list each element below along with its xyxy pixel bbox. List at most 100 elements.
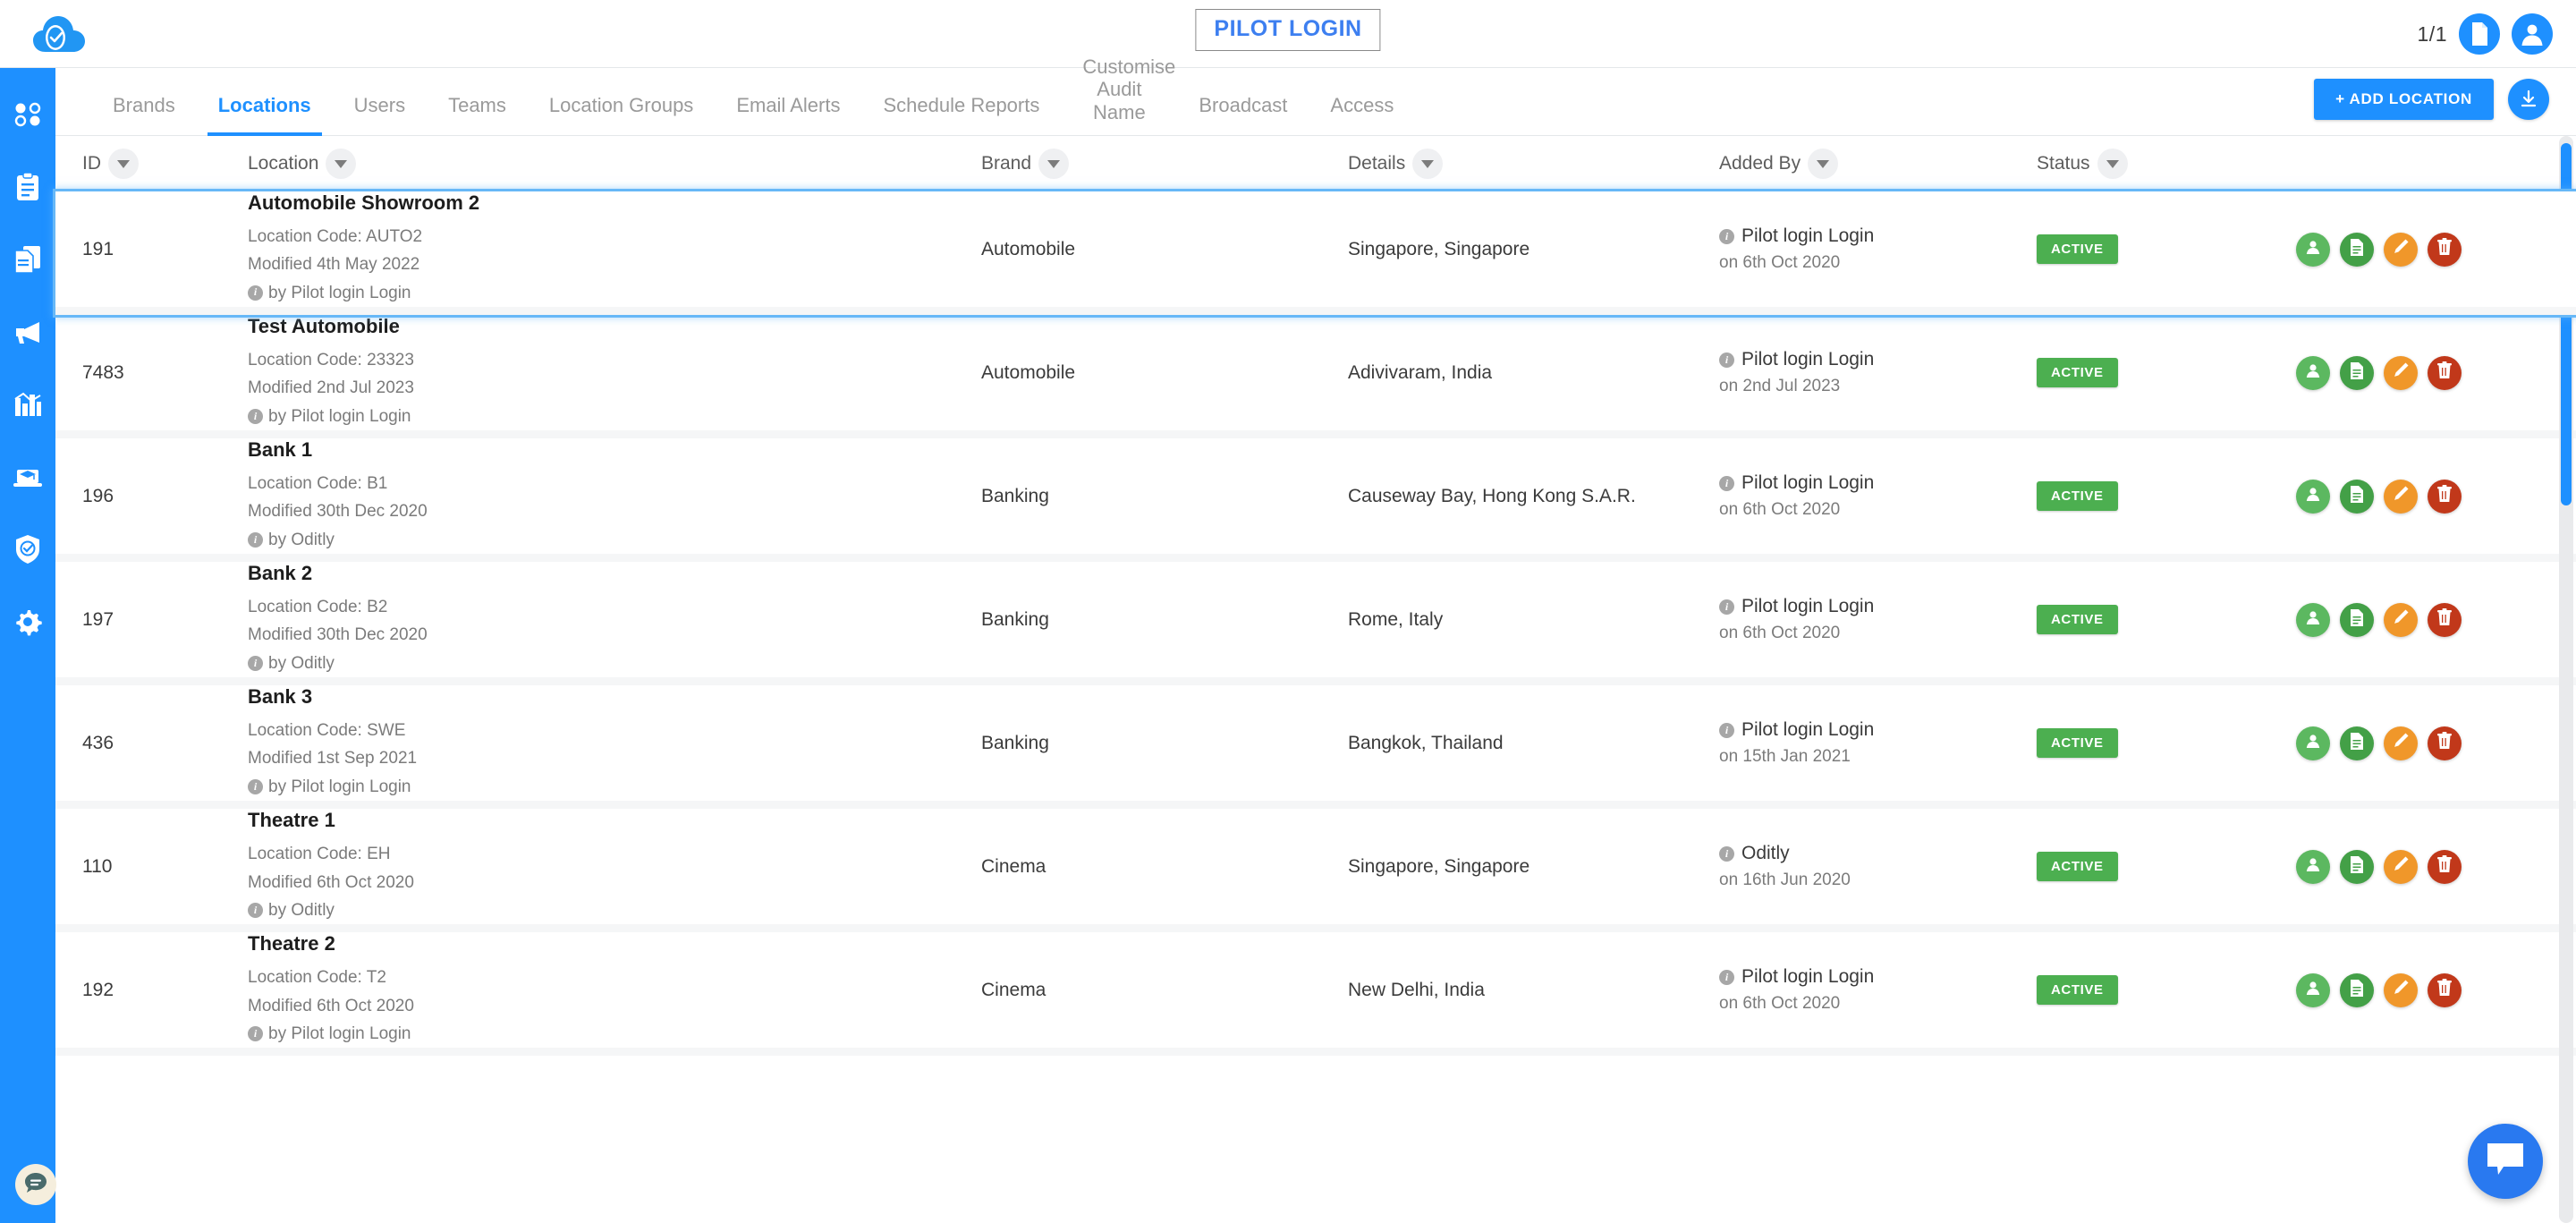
edit-action[interactable]: [2384, 849, 2418, 884]
tab-label: Locations: [217, 93, 311, 116]
assign-user-action[interactable]: [2296, 602, 2330, 637]
view-report-action[interactable]: [2340, 232, 2374, 267]
view-report-action[interactable]: [2340, 849, 2374, 884]
column-label-added-by: Added By: [1719, 153, 1801, 174]
added-by-name: Pilot login Login: [1741, 719, 1875, 741]
assign-user-action[interactable]: [2296, 849, 2330, 884]
sidebar-item-broadcast[interactable]: [12, 318, 44, 350]
tab-users[interactable]: Users: [333, 94, 427, 136]
added-by-name: Pilot login Login: [1741, 596, 1875, 617]
tab-label: Location Groups: [548, 93, 694, 116]
view-report-action[interactable]: [2340, 726, 2374, 760]
added-by-name-row: i Pilot login Login: [1719, 966, 2037, 988]
cell-id: 7483: [82, 361, 124, 383]
top-bar: PILOT LOGIN 1/1: [0, 0, 2576, 68]
view-report-action[interactable]: [2340, 972, 2374, 1007]
table-row[interactable]: 196 Bank 1 Location Code: B1 Modified 30th …: [55, 438, 2576, 563]
table-row[interactable]: 7483 Test Automobile Location Code: 23323 M…: [55, 315, 2576, 439]
tab-broadcast[interactable]: Broadcast: [1177, 94, 1309, 136]
add-location-button[interactable]: + ADD LOCATION: [2314, 79, 2494, 120]
sidebar-item-analytics[interactable]: [12, 390, 44, 422]
added-by-name: Pilot login Login: [1741, 349, 1875, 370]
tab-brands[interactable]: Brands: [91, 94, 197, 136]
tab-customise-audit-name[interactable]: Customise Audit Name: [1061, 55, 1177, 136]
cell-actions: [2296, 972, 2576, 1007]
edit-action[interactable]: [2384, 232, 2418, 267]
sidebar-item-reports[interactable]: [12, 245, 44, 277]
pencil-icon: [2392, 855, 2410, 878]
added-on-date: on 2nd Jul 2023: [1719, 377, 1841, 396]
user-avatar-icon[interactable]: [2512, 13, 2553, 55]
delete-action[interactable]: [2428, 726, 2462, 760]
delete-action[interactable]: [2428, 232, 2462, 267]
table-row[interactable]: 197 Bank 2 Location Code: B2 Modified 30th …: [55, 562, 2576, 686]
cell-status: ACTIVE: [2037, 234, 2296, 265]
table-row[interactable]: 191 Automobile Showroom 2 Location Code: A…: [53, 188, 2576, 318]
assign-user-action[interactable]: [2296, 355, 2330, 390]
user-icon: [2304, 361, 2322, 384]
status-badge: ACTIVE: [2037, 852, 2118, 882]
edit-action[interactable]: [2384, 479, 2418, 514]
location-modified-by: i by Oditly: [248, 896, 981, 924]
location-modified: Modified 1st Sep 2021: [248, 749, 418, 769]
sort-status-button[interactable]: [2097, 149, 2128, 179]
tab-label: Teams: [448, 93, 506, 116]
tab-locations[interactable]: Locations: [197, 93, 333, 137]
view-report-action[interactable]: [2340, 602, 2374, 637]
delete-action[interactable]: [2428, 849, 2462, 884]
cell-actions: [2296, 602, 2576, 637]
cell-brand: Banking: [981, 732, 1049, 753]
column-header-brand: Brand: [981, 149, 1348, 179]
added-by-name-row: i Pilot login Login: [1719, 719, 2037, 741]
sidebar-item-training[interactable]: [12, 463, 44, 495]
assign-user-action[interactable]: [2296, 479, 2330, 514]
document-icon[interactable]: [2459, 13, 2500, 55]
edit-action[interactable]: [2384, 355, 2418, 390]
help-chat-button[interactable]: [15, 1164, 56, 1205]
cell-details: Causeway Bay, Hong Kong S.A.R.: [1348, 485, 1636, 506]
sort-location-button[interactable]: [326, 149, 357, 179]
sort-brand-button[interactable]: [1038, 149, 1070, 179]
delete-action[interactable]: [2428, 355, 2462, 390]
tab-access[interactable]: Access: [1309, 94, 1415, 136]
location-code: Location Code: AUTO2: [248, 227, 423, 246]
table-row[interactable]: 110 Theatre 1 Location Code: EH Modified 6t…: [55, 809, 2576, 933]
added-on-date: on 15th Jan 2021: [1719, 747, 1851, 767]
sort-added-by-button[interactable]: [1808, 149, 1839, 179]
delete-action[interactable]: [2428, 972, 2462, 1007]
location-code: Location Code: 23323: [248, 351, 414, 370]
sidebar: [0, 68, 55, 1223]
sidebar-item-dashboard[interactable]: [12, 100, 44, 132]
tab-teams[interactable]: Teams: [427, 94, 528, 136]
sort-id-button[interactable]: [108, 149, 139, 179]
sidebar-item-settings[interactable]: [12, 607, 44, 640]
edit-action[interactable]: [2384, 602, 2418, 637]
tab-email-alerts[interactable]: Email Alerts: [715, 94, 861, 136]
tab-schedule-reports[interactable]: Schedule Reports: [861, 94, 1061, 136]
sidebar-item-audits[interactable]: [12, 171, 44, 205]
support-chat-button[interactable]: [2468, 1124, 2543, 1199]
row-action-buttons: [2296, 602, 2576, 637]
location-modified: Modified 30th Dec 2020: [248, 502, 428, 522]
edit-action[interactable]: [2384, 726, 2418, 760]
added-on-date: on 16th Jun 2020: [1719, 871, 1851, 890]
table-row[interactable]: 192 Theatre 2 Location Code: T2 Modified 6t…: [55, 932, 2576, 1057]
tab-location-groups[interactable]: Location Groups: [528, 94, 715, 136]
assign-user-action[interactable]: [2296, 972, 2330, 1007]
added-by-name: Oditly: [1741, 843, 1790, 864]
app-logo: PILOT LOGIN: [1195, 9, 1381, 51]
assign-user-action[interactable]: [2296, 726, 2330, 760]
delete-action[interactable]: [2428, 479, 2462, 514]
cell-actions: [2296, 232, 2576, 267]
assign-user-action[interactable]: [2296, 232, 2330, 267]
table-row[interactable]: 436 Bank 3 Location Code: SWE Modified 1st …: [55, 685, 2576, 810]
download-icon[interactable]: [2508, 79, 2549, 120]
sort-details-button[interactable]: [1412, 149, 1444, 179]
view-report-action[interactable]: [2340, 479, 2374, 514]
delete-action[interactable]: [2428, 602, 2462, 637]
view-report-action[interactable]: [2340, 355, 2374, 390]
bar-chart-icon: [13, 391, 42, 422]
sidebar-item-compliance[interactable]: [12, 534, 44, 567]
edit-action[interactable]: [2384, 972, 2418, 1007]
cell-id: 110: [82, 855, 113, 877]
